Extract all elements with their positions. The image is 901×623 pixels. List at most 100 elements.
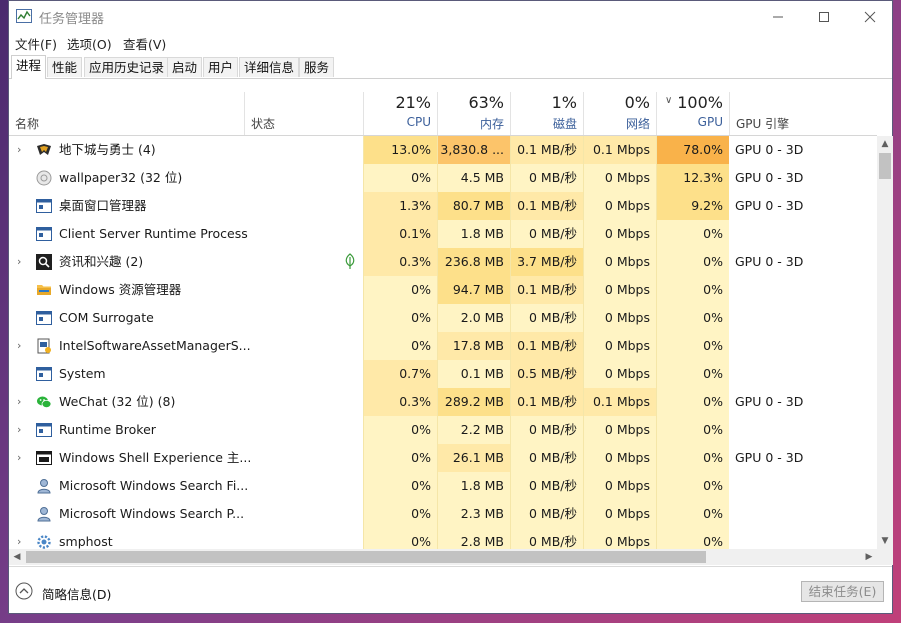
memory-cell: 3,830.8 ... [437,136,510,164]
gpu-engine-cell [735,472,875,500]
expand-chevron-icon[interactable]: › [17,136,27,164]
memory-total-percent: 63% [468,93,504,112]
process-row[interactable]: › IntelSoftwareAssetManagerS... 0% 17.8 MB 0… [9,332,877,360]
scroll-left-icon[interactable]: ◀ [9,549,25,565]
close-button[interactable] [847,1,893,32]
column-network[interactable]: 0% 网络 [583,92,656,135]
expand-chevron-icon[interactable]: › [17,388,27,416]
horizontal-scroll-thumb[interactable] [26,551,706,563]
wechat-icon [36,394,52,410]
gpu-cell: 78.0% [656,136,729,164]
network-cell: 0 Mbps [583,360,656,388]
collapse-details-icon[interactable] [15,582,33,600]
expand-chevron-icon[interactable]: › [17,416,27,444]
network-cell: 0 Mbps [583,276,656,304]
column-name[interactable]: 名称 [9,92,244,135]
network-cell: 0 Mbps [583,248,656,276]
tab-performance[interactable]: 性能 [47,57,83,77]
gpu-cell: 0% [656,472,729,500]
expand-chevron-icon[interactable]: › [17,332,27,360]
process-row[interactable]: Client Server Runtime Process 0.1% 1.8 MB 0… [9,220,877,248]
process-row[interactable]: wallpaper32 (32 位) 0% 4.5 MB 0 MB/秒 0 Mbps 12… [9,164,877,192]
process-row[interactable]: › Windows Shell Experience 主... 0% 26.1 MB 0… [9,444,877,472]
column-cpu[interactable]: 21% CPU [363,92,437,135]
footer-bar: 简略信息(D) 结束任务(E) [9,566,892,614]
disk-cell: 0 MB/秒 [510,304,583,332]
process-row[interactable]: System 0.7% 0.1 MB 0.5 MB/秒 0 Mbps 0% [9,360,877,388]
efficiency-mode-leaf-icon [343,253,357,270]
process-row[interactable]: › 资讯和兴趣 (2) 0.3% 236.8 MB 3.7 MB/秒 0 Mbps 0% GP… [9,248,877,276]
window-app-icon [36,310,52,326]
disk-cell: 0.1 MB/秒 [510,388,583,416]
column-gpu-engine[interactable]: GPU 引擎 [729,92,877,135]
scroll-right-icon[interactable]: ▶ [861,549,877,565]
column-status[interactable]: 状态 [244,92,363,135]
expand-chevron-icon[interactable]: › [17,248,27,276]
folder-icon [36,282,52,298]
tab-details[interactable]: 详细信息 [239,57,300,77]
end-task-button[interactable]: 结束任务(E) [801,581,884,602]
column-gpu[interactable]: ∨ 100% GPU [656,92,729,135]
process-row[interactable]: › WeChat (32 位) (8) 0.3% 289.2 MB 0.1 MB/秒 0.… [9,388,877,416]
process-name: wallpaper32 (32 位) [59,170,183,185]
process-name: Microsoft Windows Search Fi... [59,478,249,493]
gpu-cell: 0% [656,304,729,332]
process-row[interactable]: › Runtime Broker 0% 2.2 MB 0 MB/秒 0 Mbps 0% [9,416,877,444]
memory-cell: 2.3 MB [437,500,510,528]
cpu-cell: 0% [363,472,437,500]
network-cell: 0 Mbps [583,220,656,248]
cpu-cell: 0.7% [363,360,437,388]
process-row[interactable]: Windows 资源管理器 0% 94.7 MB 0.1 MB/秒 0 Mbps 0% [9,276,877,304]
process-row[interactable]: › smphost 0% 2.8 MB 0 MB/秒 0 Mbps 0% [9,528,877,549]
process-row[interactable]: 桌面窗口管理器 1.3% 80.7 MB 0.1 MB/秒 0 Mbps 9.2% GPU … [9,192,877,220]
disk-cell: 0.1 MB/秒 [510,276,583,304]
gpu-engine-cell [735,220,875,248]
maximize-button[interactable] [801,1,847,32]
menu-options[interactable]: 选项(O) [67,34,112,53]
process-row[interactable]: COM Surrogate 0% 2.0 MB 0 MB/秒 0 Mbps 0% [9,304,877,332]
minimize-button[interactable] [755,1,801,32]
gpu-cell: 0% [656,276,729,304]
gpu-cell: 0% [656,220,729,248]
tab-users[interactable]: 用户 [203,57,239,77]
process-name: Windows Shell Experience 主... [59,450,252,465]
search-service-icon [36,478,52,494]
column-header-row: 名称 状态 21% CPU 63% 内存 1% 磁盘 0% 网络 ∨ 100% … [9,92,877,136]
gpu-cell: 0% [656,416,729,444]
process-name: Windows 资源管理器 [59,282,182,297]
scroll-down-icon[interactable]: ▼ [877,533,893,549]
disk-cell: 0 MB/秒 [510,528,583,549]
sort-descending-icon: ∨ [665,95,673,106]
vertical-scrollbar[interactable]: ▲ ▼ [877,136,893,549]
column-disk[interactable]: 1% 磁盘 [510,92,583,135]
process-row[interactable]: Microsoft Windows Search P... 0% 2.3 MB 0 M… [9,500,877,528]
disk-total-percent: 1% [551,93,577,112]
scroll-up-icon[interactable]: ▲ [877,136,893,152]
fewer-details-link[interactable]: 简略信息(D) [42,584,111,603]
menu-file[interactable]: 文件(F) [15,34,57,53]
tab-services[interactable]: 服务 [299,57,335,77]
tab-startup[interactable]: 启动 [167,57,203,77]
memory-cell: 2.2 MB [437,416,510,444]
process-row[interactable]: › 地下城与勇士 (4) 13.0% 3,830.8 ... 0.1 MB/秒 0.1 M… [9,136,877,164]
horizontal-scrollbar[interactable]: ◀ ▶ [9,549,877,565]
gpu-cell: 0% [656,248,729,276]
vertical-scroll-thumb[interactable] [879,153,891,179]
menu-view[interactable]: 查看(V) [123,34,166,53]
maximize-icon [819,11,829,22]
tab-processes[interactable]: 进程 [11,55,47,79]
tab-app-history[interactable]: 应用历史记录 [84,57,170,77]
network-cell: 0 Mbps [583,472,656,500]
gpu-engine-cell [735,276,875,304]
column-memory[interactable]: 63% 内存 [437,92,510,135]
memory-cell: 80.7 MB [437,192,510,220]
gpu-cell: 0% [656,332,729,360]
expand-chevron-icon[interactable]: › [17,528,27,549]
process-row[interactable]: Microsoft Windows Search Fi... 0% 1.8 MB 0 … [9,472,877,500]
memory-cell: 26.1 MB [437,444,510,472]
network-cell: 0 Mbps [583,164,656,192]
network-cell: 0.1 Mbps [583,136,656,164]
expand-chevron-icon[interactable]: › [17,444,27,472]
cpu-cell: 0% [363,304,437,332]
gpu-engine-cell: GPU 0 - 3D [735,142,804,157]
